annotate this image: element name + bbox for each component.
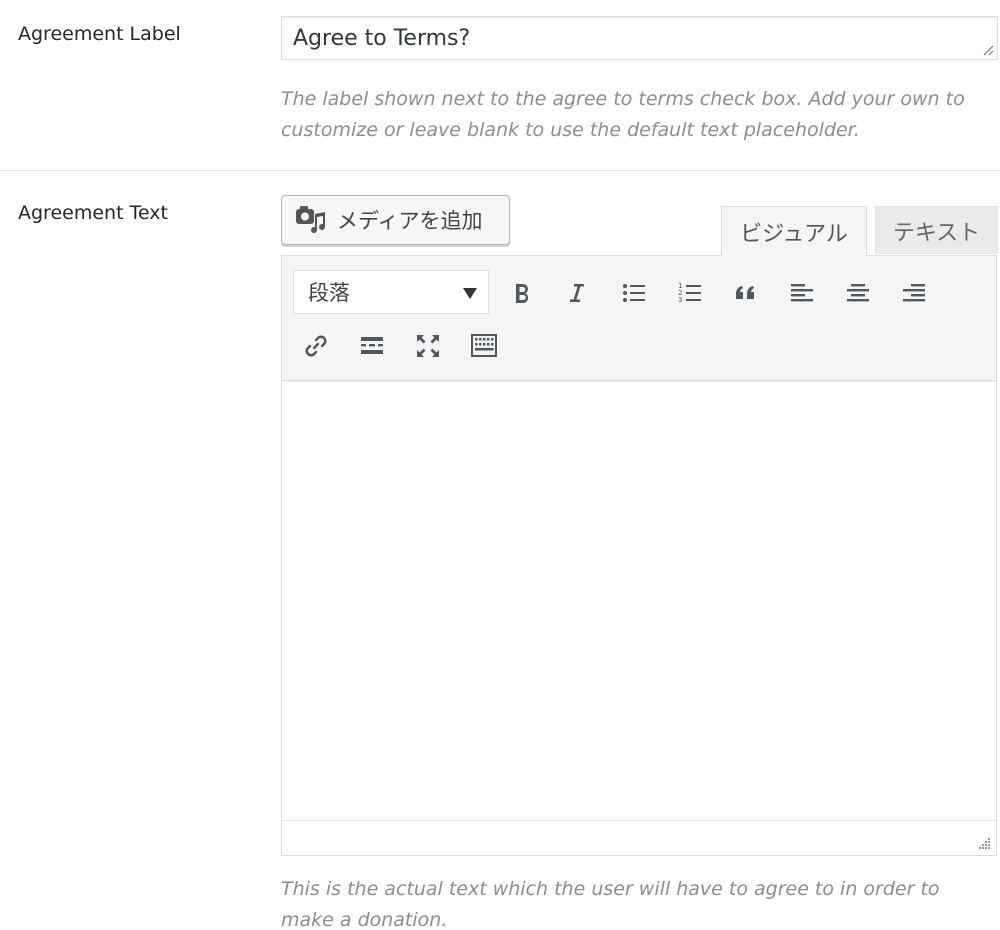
read-more-button[interactable] <box>352 326 392 366</box>
align-left-button[interactable] <box>782 273 822 313</box>
format-select-value: 段落 <box>308 281 350 305</box>
chevron-down-icon <box>463 288 477 299</box>
blockquote-button[interactable] <box>726 273 766 313</box>
agreement-text-heading: Agreement Text <box>18 202 168 224</box>
numbered-list-button[interactable]: 1 2 3 <box>670 273 710 313</box>
agreement-label-heading: Agreement Label <box>18 23 181 45</box>
italic-icon <box>570 284 584 302</box>
bullet-list-icon <box>623 284 645 302</box>
read-more-icon <box>361 337 383 354</box>
add-media-label: メディアを追加 <box>337 209 483 233</box>
align-center-icon <box>847 284 869 302</box>
blockquote-icon <box>736 286 754 299</box>
agreement-text-description: This is the actual text which the user w… <box>281 878 940 930</box>
toolbar-toggle-icon <box>471 334 497 357</box>
bullet-list-button[interactable] <box>614 273 654 313</box>
insert-link-button[interactable] <box>296 326 336 366</box>
tab-text[interactable]: テキスト <box>875 206 998 254</box>
agreement-label-input[interactable]: Agree to Terms? <box>281 16 998 60</box>
link-icon <box>305 335 327 357</box>
toolbar-toggle-button[interactable] <box>464 326 504 366</box>
align-left-icon <box>791 284 813 302</box>
agreement-label-description: The label shown next to the agree to ter… <box>281 88 965 141</box>
fullscreen-button[interactable] <box>408 326 448 366</box>
agreement-label-value: Agree to Terms? <box>293 26 471 51</box>
editor-toolbar: 段落 1 2 3 <box>282 256 996 381</box>
align-right-button[interactable] <box>894 273 934 313</box>
tab-visual[interactable]: ビジュアル <box>721 206 867 256</box>
paragraph-format-select[interactable]: 段落 <box>293 270 489 314</box>
editor-content-area[interactable] <box>282 382 996 820</box>
resize-grip-icon[interactable] <box>982 44 994 56</box>
bold-icon <box>516 284 529 303</box>
rich-text-editor: 段落 1 2 3 <box>281 255 997 856</box>
align-center-button[interactable] <box>838 273 878 313</box>
fullscreen-icon <box>417 335 439 357</box>
italic-button[interactable] <box>557 273 597 313</box>
numbered-list-icon: 1 2 3 <box>678 282 701 304</box>
align-right-icon <box>903 284 925 302</box>
section-divider <box>0 170 1000 171</box>
svg-text:3: 3 <box>678 296 682 304</box>
add-media-icon <box>296 206 326 234</box>
add-media-button[interactable]: メディアを追加 <box>281 195 510 245</box>
editor-statusbar <box>282 820 996 855</box>
resize-handle-icon[interactable] <box>977 836 991 850</box>
bold-button[interactable] <box>502 273 542 313</box>
